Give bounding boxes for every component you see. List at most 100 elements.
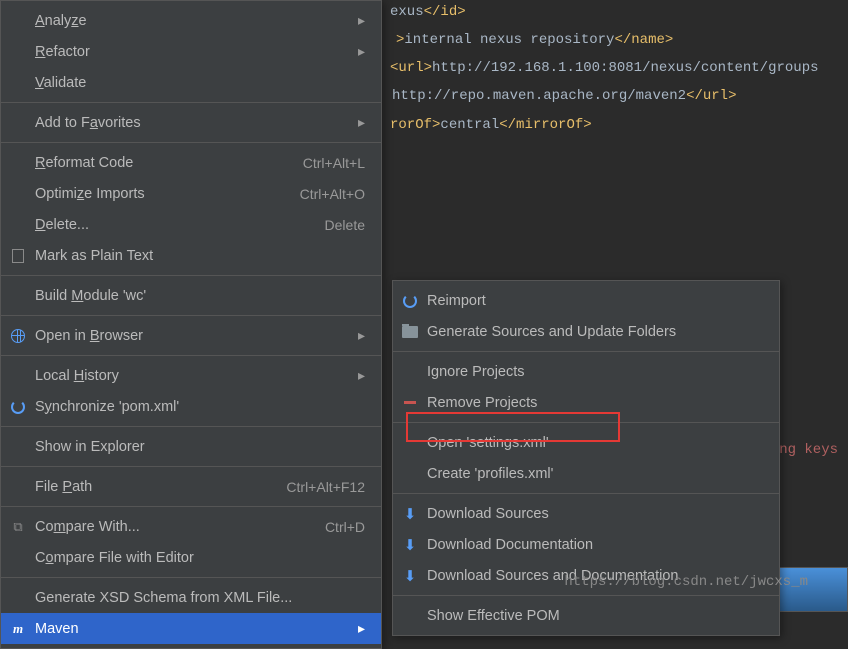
submenu-reimport[interactable]: Reimport	[393, 285, 779, 316]
menu-explorer[interactable]: Show in Explorer	[1, 431, 381, 462]
menu-label: Compare With...	[35, 519, 325, 535]
blank-icon	[7, 12, 29, 30]
menu-label: File Path	[35, 479, 286, 495]
menu-label: Add to Favorites	[35, 115, 346, 131]
menu-label: Delete...	[35, 217, 325, 233]
submenu-remove[interactable]: Remove Projects	[393, 387, 779, 418]
submenu-arrow-icon: ▸	[358, 114, 365, 131]
menu-optimize[interactable]: Optimize Imports Ctrl+Alt+O	[1, 178, 381, 209]
menu-label: Download Sources	[427, 506, 763, 522]
menu-filepath[interactable]: File Path Ctrl+Alt+F12	[1, 471, 381, 502]
xml-url: http://192.168.1.100:8081/nexus/content/…	[432, 60, 818, 76]
menu-label: Generate XSD Schema from XML File...	[35, 590, 365, 606]
menu-label: Refactor	[35, 44, 346, 60]
menu-xsd[interactable]: Generate XSD Schema from XML File...	[1, 582, 381, 613]
menu-plaintext[interactable]: Mark as Plain Text	[1, 240, 381, 271]
menu-separator	[1, 506, 381, 507]
menu-analyze[interactable]: Analyze ▸	[1, 5, 381, 36]
menu-separator	[1, 577, 381, 578]
submenu-dl-sources[interactable]: ⬇ Download Sources	[393, 498, 779, 529]
menu-build[interactable]: Build Module 'wc'	[1, 280, 381, 311]
menu-compare-file[interactable]: Compare File with Editor	[1, 542, 381, 573]
blank-icon	[7, 154, 29, 172]
menu-label: Show in Explorer	[35, 439, 365, 455]
blank-icon	[7, 589, 29, 607]
menu-label: Mark as Plain Text	[35, 248, 365, 264]
remove-icon	[399, 394, 421, 412]
menu-label: Download Documentation	[427, 537, 763, 553]
submenu-dl-docs[interactable]: ⬇ Download Documentation	[393, 529, 779, 560]
watermark: https://blog.csdn.net/jwcxs_m	[564, 574, 808, 590]
menu-favorites[interactable]: Add to Favorites ▸	[1, 107, 381, 138]
menu-label: Show Effective POM	[427, 608, 763, 624]
blank-icon	[7, 74, 29, 92]
menu-maven[interactable]: m Maven ▸	[1, 613, 381, 644]
shortcut: Ctrl+Alt+L	[303, 155, 365, 171]
menu-label: Open in Browser	[35, 328, 346, 344]
folder-icon	[399, 323, 421, 341]
xml-url: http://repo.maven.apache.org/maven2	[392, 88, 686, 104]
menu-label: Local History	[35, 368, 346, 384]
menu-label: Compare File with Editor	[35, 550, 365, 566]
menu-reformat[interactable]: Reformat Code Ctrl+Alt+L	[1, 147, 381, 178]
menu-label: Reformat Code	[35, 155, 303, 171]
menu-label: Generate Sources and Update Folders	[427, 324, 763, 340]
submenu-show-pom[interactable]: Show Effective POM	[393, 600, 779, 631]
blank-icon	[7, 287, 29, 305]
shortcut: Ctrl+Alt+F12	[286, 479, 365, 495]
submenu-arrow-icon: ▸	[358, 43, 365, 60]
download-icon: ⬇	[399, 505, 421, 523]
shortcut: Ctrl+Alt+O	[300, 186, 365, 202]
blank-icon	[7, 478, 29, 496]
menu-history[interactable]: Local History ▸	[1, 360, 381, 391]
blank-icon	[7, 43, 29, 61]
menu-label: Maven	[35, 621, 346, 637]
download-icon: ⬇	[399, 567, 421, 585]
menu-compare[interactable]: ⧉ Compare With... Ctrl+D	[1, 511, 381, 542]
menu-separator	[393, 351, 779, 352]
submenu-ignore[interactable]: Ignore Projects	[393, 356, 779, 387]
code-line: >internal nexus repository</name>	[396, 32, 673, 48]
blank-icon	[7, 549, 29, 567]
submenu-arrow-icon: ▸	[358, 12, 365, 29]
shortcut: Ctrl+D	[325, 519, 365, 535]
menu-label: Ignore Projects	[427, 364, 763, 380]
menu-separator	[393, 493, 779, 494]
code-line: exus</id>	[390, 4, 466, 20]
menu-label: Create 'profiles.xml'	[427, 466, 763, 482]
menu-separator	[393, 422, 779, 423]
menu-separator	[393, 595, 779, 596]
blank-icon	[7, 438, 29, 456]
submenu-arrow-icon: ▸	[358, 620, 365, 637]
blank-icon	[7, 216, 29, 234]
code-line: <url>http://192.168.1.100:8081/nexus/con…	[390, 60, 819, 76]
menu-label: Optimize Imports	[35, 186, 300, 202]
menu-label: Remove Projects	[427, 395, 763, 411]
keys-indicator: ng keys	[779, 442, 838, 458]
maven-icon: m	[7, 620, 29, 638]
blank-icon	[399, 465, 421, 483]
menu-label: Validate	[35, 75, 365, 91]
menu-separator	[1, 426, 381, 427]
refresh-icon	[7, 398, 29, 416]
menu-label: Reimport	[427, 293, 763, 309]
menu-validate[interactable]: Validate	[1, 67, 381, 98]
xml-text: internal nexus repository	[404, 32, 614, 48]
code-line: rorOf>central</mirrorOf>	[390, 117, 592, 133]
blank-icon	[7, 114, 29, 132]
submenu-create-profiles[interactable]: Create 'profiles.xml'	[393, 458, 779, 489]
compare-icon: ⧉	[7, 518, 29, 536]
menu-label: Build Module 'wc'	[35, 288, 365, 304]
blank-icon	[7, 367, 29, 385]
menu-browser[interactable]: Open in Browser ▸	[1, 320, 381, 351]
menu-label: Open 'settings.xml'	[427, 435, 763, 451]
shortcut: Delete	[325, 217, 365, 233]
menu-refactor[interactable]: Refactor ▸	[1, 36, 381, 67]
menu-sync[interactable]: Synchronize 'pom.xml'	[1, 391, 381, 422]
submenu-open-settings[interactable]: Open 'settings.xml'	[393, 427, 779, 458]
menu-delete[interactable]: Delete... Delete	[1, 209, 381, 240]
menu-separator	[1, 355, 381, 356]
xml-text: exus	[390, 4, 424, 20]
refresh-icon	[399, 292, 421, 310]
submenu-generate[interactable]: Generate Sources and Update Folders	[393, 316, 779, 347]
